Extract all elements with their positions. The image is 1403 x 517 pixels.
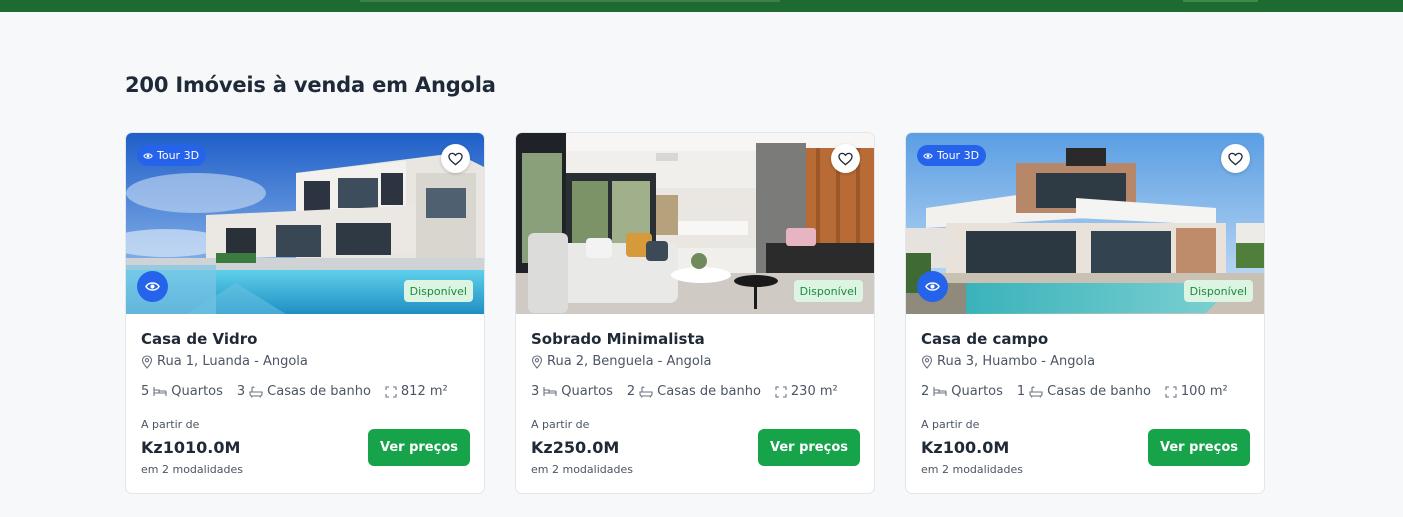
listing-card[interactable]: Tour 3D Disponível Casa de campo Rua 3, … (905, 132, 1265, 494)
price-value: Kz100.0M (921, 438, 1010, 457)
tour-3d-label: Tour 3D (937, 149, 980, 162)
listing-card[interactable]: Tour 3D Disponível Casa de Vidro Rua 1, … (125, 132, 485, 494)
bathrooms-label: Casas de banho (657, 384, 761, 399)
bed-icon (543, 387, 557, 396)
eye-icon (145, 282, 160, 291)
listing-features: 5 Quartos 3 Casas de banho 812 m² (141, 384, 462, 399)
price-prefix: A partir de (921, 418, 980, 431)
location-text: Rua 2, Benguela - Angola (547, 354, 712, 369)
area-feature: 100 m² (1165, 384, 1228, 399)
bedrooms-label: Quartos (171, 384, 223, 399)
listing-location: Rua 1, Luanda - Angola (141, 354, 308, 369)
bathrooms-label: Casas de banho (267, 384, 371, 399)
heart-icon (448, 152, 463, 165)
bathrooms-feature: 1 Casas de banho (1017, 384, 1151, 399)
bedrooms-count: 3 (531, 384, 540, 399)
location-text: Rua 3, Huambo - Angola (937, 354, 1096, 369)
search-bar-edge[interactable] (360, 0, 780, 2)
area-value: 230 m² (790, 384, 838, 399)
top-navigation-bar (0, 0, 1403, 12)
favorite-button[interactable] (831, 144, 860, 173)
view-prices-button[interactable]: Ver preços (758, 429, 860, 466)
location-text: Rua 1, Luanda - Angola (157, 354, 308, 369)
bedrooms-feature: 2 Quartos (921, 384, 1003, 399)
eye-icon (143, 152, 153, 159)
eye-icon (923, 152, 933, 159)
bathrooms-count: 3 (236, 384, 246, 399)
price-value: Kz250.0M (531, 438, 620, 457)
listing-card[interactable]: Disponível Sobrado Minimalista Rua 2, Be… (515, 132, 875, 494)
status-badge: Disponível (403, 280, 473, 302)
listing-location: Rua 3, Huambo - Angola (921, 354, 1095, 369)
favorite-button[interactable] (441, 144, 470, 173)
listing-features: 2 Quartos 1 Casas de banho 100 m² (921, 384, 1242, 399)
bathrooms-count: 1 (1016, 384, 1026, 399)
expand-icon (385, 385, 397, 398)
price-prefix: A partir de (141, 418, 200, 431)
listing-features: 3 Quartos 2 Casas de banho 230 m² (531, 384, 852, 399)
listing-title[interactable]: Casa de Vidro (141, 330, 257, 348)
price-value: Kz1010.0M (141, 438, 241, 457)
page-title: 200 Imóveis à venda em Angola (125, 73, 496, 97)
map-pin-icon (531, 354, 543, 369)
bathrooms-count: 2 (626, 384, 636, 399)
expand-icon (1165, 385, 1177, 398)
status-badge: Disponível (793, 280, 863, 302)
price-modalities: em 2 modalidades (141, 463, 243, 476)
area-feature: 230 m² (775, 384, 838, 399)
bathtub-icon (249, 385, 263, 398)
listing-photo[interactable]: Tour 3D Disponível (906, 133, 1264, 314)
tour-3d-badge[interactable]: Tour 3D (917, 145, 987, 166)
bathrooms-feature: 3 Casas de banho (237, 384, 371, 399)
area-value: 812 m² (400, 384, 448, 399)
tour-3d-label: Tour 3D (157, 149, 200, 162)
listing-photo[interactable]: Tour 3D Disponível (126, 133, 484, 314)
heart-icon (838, 152, 853, 165)
bedrooms-label: Quartos (951, 384, 1003, 399)
map-pin-icon (921, 354, 933, 369)
listing-photo[interactable]: Disponível (516, 133, 874, 314)
tour-3d-badge[interactable]: Tour 3D (137, 145, 207, 166)
listing-title[interactable]: Casa de campo (921, 330, 1048, 348)
bathtub-icon (1029, 385, 1043, 398)
heart-icon (1228, 152, 1243, 165)
bedrooms-count: 5 (141, 384, 150, 399)
listing-title[interactable]: Sobrado Minimalista (531, 330, 705, 348)
bedrooms-feature: 5 Quartos (141, 384, 223, 399)
bedrooms-count: 2 (921, 384, 930, 399)
area-feature: 812 m² (385, 384, 448, 399)
listing-location: Rua 2, Benguela - Angola (531, 354, 711, 369)
view-gallery-button[interactable] (917, 271, 948, 302)
view-prices-button[interactable]: Ver preços (1148, 429, 1250, 466)
eye-icon (925, 282, 940, 291)
price-modalities: em 2 modalidades (921, 463, 1023, 476)
expand-icon (775, 385, 787, 398)
map-pin-icon (141, 354, 153, 369)
status-badge: Disponível (1183, 280, 1253, 302)
favorite-button[interactable] (1221, 144, 1250, 173)
bedrooms-feature: 3 Quartos (531, 384, 613, 399)
bathtub-icon (639, 385, 653, 398)
price-modalities: em 2 modalidades (531, 463, 633, 476)
view-gallery-button[interactable] (137, 271, 168, 302)
view-prices-button[interactable]: Ver preços (368, 429, 470, 466)
bathrooms-feature: 2 Casas de banho (627, 384, 761, 399)
area-value: 100 m² (1180, 384, 1228, 399)
bed-icon (933, 387, 947, 396)
bedrooms-label: Quartos (561, 384, 613, 399)
bathrooms-label: Casas de banho (1047, 384, 1151, 399)
nav-button-edge[interactable] (1183, 0, 1258, 2)
bed-icon (153, 387, 167, 396)
price-prefix: A partir de (531, 418, 590, 431)
